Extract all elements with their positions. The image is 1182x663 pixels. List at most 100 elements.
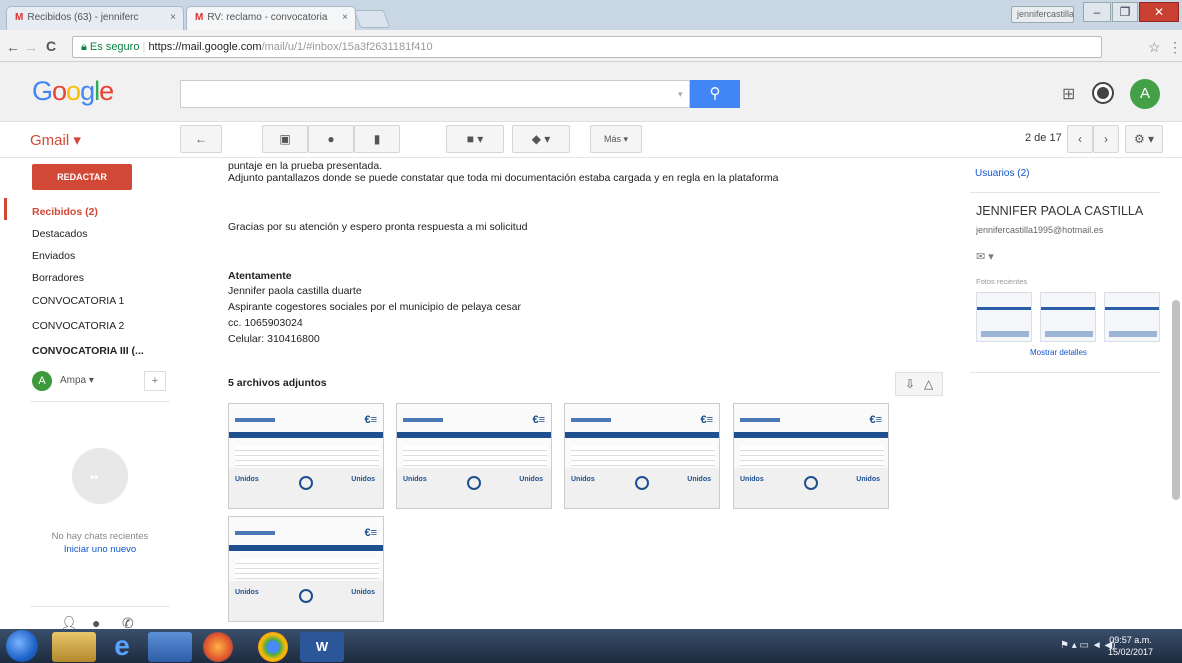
seal-icon (635, 476, 649, 490)
signature-line: Celular: 310416800 (228, 333, 320, 345)
sidebar-item-drafts[interactable]: Borradores (32, 272, 84, 284)
gmail-menu[interactable]: Gmail ▾ (30, 131, 81, 149)
new-chat-button[interactable]: + (144, 371, 166, 391)
chevron-left-icon: ‹ (1078, 132, 1082, 146)
close-tab-icon[interactable]: × (170, 12, 176, 23)
file-explorer-icon[interactable] (52, 632, 96, 662)
contact-email: jennifercastilla1995@hotmail.es (976, 225, 1104, 235)
more-button[interactable]: Más ▾ (590, 125, 642, 153)
attachment-foot-right: Unidos (687, 476, 711, 483)
url-path: /mail/u/1/#inbox/15a3f2631181f410 (261, 41, 433, 53)
hangouts-user-name[interactable]: Ampa ▾ (60, 375, 94, 386)
chrome-icon[interactable] (258, 632, 288, 662)
attachment-foot-left: Unidos (235, 589, 259, 596)
internet-explorer-icon[interactable]: e (100, 632, 144, 662)
show-details-link[interactable]: Mostrar detalles (1030, 348, 1087, 357)
start-button[interactable] (6, 630, 38, 662)
attachments-header: 5 archivos adjuntos (228, 377, 327, 389)
bookmark-star-icon[interactable]: ☆ (1148, 39, 1161, 56)
signoff: Atentamente (228, 270, 292, 282)
google-logo[interactable]: Google (32, 76, 114, 107)
new-tab-button[interactable] (353, 10, 391, 28)
delete-button[interactable]: ▮ (354, 125, 400, 153)
chevron-right-icon: › (1104, 132, 1108, 146)
sidebar-item-starred[interactable]: Destacados (32, 228, 87, 240)
attachment-foot-left: Unidos (740, 476, 764, 483)
seal-icon (804, 476, 818, 490)
recent-photo[interactable] (1040, 292, 1096, 342)
browser-menu-icon[interactable]: ⋮ (1168, 39, 1182, 56)
divider (970, 192, 1160, 193)
download-all-icon[interactable]: ⇩ (905, 377, 915, 391)
forward-arrow-icon[interactable]: → (24, 39, 38, 55)
older-button[interactable]: › (1093, 125, 1119, 153)
sidebar-item-sent[interactable]: Enviados (32, 250, 75, 262)
trash-icon: ▮ (373, 132, 381, 146)
minimize-button[interactable]: – (1083, 2, 1111, 22)
avatar: A (32, 371, 52, 391)
signature-line: cc. 1065903024 (228, 317, 303, 329)
no-chats-message: No hay chats recientes Iniciar uno nuevo (30, 530, 170, 556)
media-player-icon[interactable] (148, 632, 192, 662)
divider (970, 372, 1160, 373)
sidebar-item-convocatoria-2[interactable]: CONVOCATORIA 2 (32, 320, 124, 332)
sidebar-item-inbox[interactable]: Recibidos (2) (32, 206, 98, 218)
clock-time: 09:57 a.m. (1109, 635, 1152, 645)
logo-letter: G (32, 76, 53, 106)
signature-line: Jennifer paola castilla duarte (228, 285, 362, 297)
scrollbar[interactable] (1172, 300, 1180, 500)
compose-button[interactable]: REDACTAR (32, 164, 132, 190)
attachment-foot-left: Unidos (571, 476, 595, 483)
reload-icon[interactable]: C (46, 38, 56, 54)
search-icon: ⚲ (709, 85, 721, 102)
word-icon[interactable]: W (300, 632, 344, 662)
settings-button[interactable]: ⚙ ▾ (1125, 125, 1163, 153)
address-bar[interactable]: 🔒︎ Es seguro | https://mail.google.com/m… (72, 36, 1102, 58)
message-text: Adjunto pantallazos donde se puede const… (228, 172, 779, 184)
clock-date: 15/02/2017 (1108, 647, 1154, 657)
search-input[interactable] (180, 80, 690, 108)
search-button[interactable]: ▾ ⚲ (678, 80, 740, 108)
search-options-icon[interactable]: ▾ (678, 80, 683, 108)
newer-button[interactable]: ‹ (1067, 125, 1093, 153)
attachment-thumbnail[interactable]: €≡ Unidos Unidos (564, 403, 720, 509)
selected-indicator (4, 198, 7, 220)
attachment-logo: €≡ (532, 414, 545, 426)
apps-grid-icon[interactable]: ⊞ (1062, 84, 1075, 104)
attachment-logo: €≡ (364, 527, 377, 539)
attachment-thumbnail[interactable]: €≡ Unidos Unidos (396, 403, 552, 509)
save-to-drive-icon[interactable]: △ (924, 377, 933, 391)
maximize-button[interactable]: ❐ (1112, 2, 1138, 22)
firefox-icon[interactable] (203, 632, 233, 662)
close-window-button[interactable]: ✕ (1139, 2, 1179, 22)
attachment-thumbnail[interactable]: €≡ Unidos Unidos (733, 403, 889, 509)
browser-tab-inbox[interactable]: M Recibidos (63) - jenniferc × (6, 6, 184, 30)
message-text: puntaje en la prueba presentada. (228, 160, 383, 172)
back-to-inbox-button[interactable]: ← (180, 125, 222, 153)
recent-photo[interactable] (976, 292, 1032, 342)
back-arrow-icon[interactable]: ← (6, 39, 20, 55)
hangouts-user[interactable]: A Ampa ▾ + (32, 371, 167, 399)
sidebar-item-convocatoria-3[interactable]: CONVOCATORIA III (... (32, 345, 144, 357)
sidebar-item-convocatoria-1[interactable]: CONVOCATORIA 1 (32, 295, 124, 307)
labels-button[interactable]: ◆ ▾ (512, 125, 570, 153)
attachment-thumbnail[interactable]: €≡ Unidos Unidos (228, 516, 384, 622)
tab-label: RV: reclamo - convocatoria (207, 12, 328, 23)
start-new-chat-link[interactable]: Iniciar uno nuevo (30, 543, 170, 556)
attachment-thumbnail[interactable]: €≡ Unidos Unidos (228, 403, 384, 509)
close-tab-icon[interactable]: × (342, 12, 348, 23)
browser-profile-chip[interactable]: jennifercastilla (1011, 6, 1074, 23)
recent-photo[interactable] (1104, 292, 1160, 342)
signature-line: Aspirante cogestores sociales por el mun… (228, 301, 521, 313)
email-icon[interactable]: ✉ ▾ (976, 250, 994, 263)
move-to-button[interactable]: ■ ▾ (446, 125, 504, 153)
report-spam-button[interactable]: ● (308, 125, 354, 153)
notifications-icon[interactable] (1092, 82, 1114, 104)
browser-tab-message[interactable]: M RV: reclamo - convocatoria × (186, 6, 356, 30)
back-icon: ← (195, 132, 207, 146)
clock[interactable]: 09:57 a.m. 15/02/2017 (1108, 634, 1153, 658)
people-header[interactable]: Usuarios (2) (975, 168, 1029, 179)
attachment-logo: €≡ (869, 414, 882, 426)
archive-button[interactable]: ▣ (262, 125, 308, 153)
account-avatar[interactable]: A (1130, 79, 1160, 109)
